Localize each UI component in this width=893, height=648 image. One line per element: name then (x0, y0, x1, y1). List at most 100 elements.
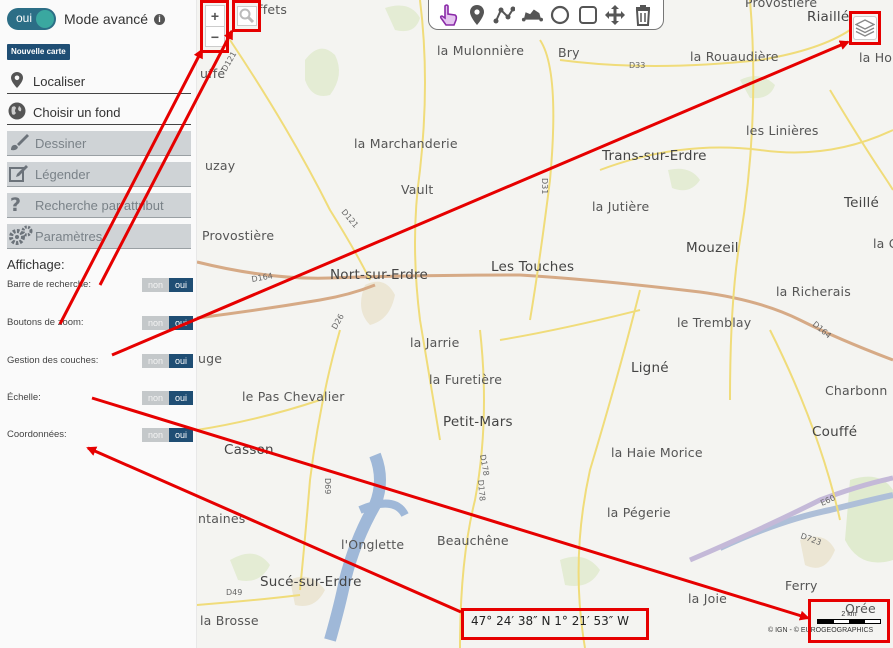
switch-on[interactable]: oui (169, 391, 193, 405)
menu-item-recherche-attribut[interactable]: ? Recherche par attribut (7, 193, 191, 218)
menu-item-label: Localiser (33, 73, 86, 89)
coordinates-readout: 47° 24′ 38″ N 1° 21′ 53″ W (471, 614, 629, 628)
place-label: la Pégerie (607, 505, 671, 520)
switch-off[interactable]: non (142, 354, 169, 368)
menu-item-localiser[interactable]: Localiser (7, 69, 191, 94)
switch-off[interactable]: non (142, 278, 169, 292)
mode-label: Mode avancé (64, 11, 149, 27)
place-label: Couffé (812, 424, 858, 440)
layers-icon (855, 19, 875, 37)
road-label: D49 (226, 588, 242, 597)
menu-item-label: Choisir un fond (33, 104, 121, 120)
search-bar-switch[interactable]: non oui (142, 278, 193, 292)
place-label: la Marchanderie (354, 136, 458, 151)
place-label: Vault (401, 182, 434, 197)
map-marker-icon (7, 71, 27, 91)
switch-on[interactable]: oui (169, 316, 193, 330)
new-map-button[interactable]: Nouvelle carte (7, 44, 70, 60)
pointer-icon[interactable] (438, 3, 460, 26)
zoom-in-button[interactable]: + (206, 6, 224, 26)
place-label: la Jutière (592, 199, 650, 214)
side-panel: oui Mode avancé i Nouvelle carte Localis… (0, 0, 197, 648)
scale-graphic (817, 619, 881, 624)
place-label: la Haie Morice (611, 445, 703, 460)
rectangle-icon[interactable] (577, 4, 599, 26)
road-label: D69 (323, 478, 332, 494)
point-icon[interactable] (466, 4, 488, 26)
place-label: la Jarrie (410, 335, 460, 350)
place-label: Provostière (202, 228, 275, 243)
road-label: D121 (339, 208, 360, 230)
option-label-scale: Échelle: (7, 392, 41, 403)
polygon-icon[interactable] (521, 4, 544, 26)
gears-icon (9, 225, 33, 248)
svg-text:?: ? (10, 195, 21, 213)
scale-switch[interactable]: non oui (142, 391, 193, 405)
place-label: la Brosse (200, 613, 259, 628)
place-label: Beauchêne (437, 533, 509, 548)
coordinates-switch[interactable]: non oui (142, 428, 193, 442)
menu-item-choisir-fond[interactable]: Choisir un fond (7, 100, 191, 125)
place-label: uge (198, 351, 223, 366)
switch-off[interactable]: non (142, 428, 169, 442)
place-label: uffé (200, 66, 226, 81)
toggle-knob (36, 10, 54, 28)
place-label: Ferry (785, 578, 818, 593)
place-label: Les Touches (491, 259, 575, 275)
switch-on[interactable]: oui (169, 354, 193, 368)
zoom-control: + − (205, 5, 225, 47)
road-label: D33 (629, 61, 645, 70)
globe-icon (7, 102, 27, 123)
place-label: Riaillé (807, 9, 850, 25)
search-icon (239, 8, 255, 24)
option-label-layers: Gestion des couches: (7, 355, 99, 366)
advanced-mode-toggle[interactable]: oui (7, 8, 56, 30)
line-icon[interactable] (493, 4, 516, 26)
place-label: la Joie (688, 591, 728, 606)
place-label: l'Onglette (341, 537, 405, 552)
edit-icon (9, 164, 31, 185)
place-label: ntaines (198, 511, 246, 526)
layers-switch[interactable]: non oui (142, 354, 193, 368)
brush-icon (9, 133, 31, 154)
menu-item-parametres[interactable]: Paramètres (7, 224, 191, 249)
zoom-buttons-switch[interactable]: non oui (142, 316, 193, 330)
place-label: les Linières (746, 123, 819, 138)
place-label: la Mulonnière (437, 43, 525, 58)
drawing-toolbar (428, 0, 664, 30)
info-icon[interactable]: i (154, 13, 166, 25)
place-label: Nort-sur-Erdre (330, 267, 428, 283)
delete-icon[interactable] (632, 4, 654, 26)
menu-item-label: Dessiner (35, 135, 87, 151)
move-icon[interactable] (604, 4, 626, 26)
switch-off[interactable]: non (142, 316, 169, 330)
option-label-zoom-buttons: Boutons de zoom: (7, 317, 84, 328)
scale-label: 2 km (841, 611, 857, 618)
place-label: Casson (224, 442, 274, 458)
road-label: D164 (811, 320, 833, 341)
menu-item-label: Légender (35, 166, 90, 182)
layers-button[interactable] (853, 16, 877, 40)
display-section-title: Affichage: (7, 257, 65, 272)
place-label: Bry (558, 45, 580, 60)
option-label-search-bar: Barre de recherche: (7, 279, 91, 290)
road-label: D31 (540, 178, 549, 194)
switch-on[interactable]: oui (169, 278, 193, 292)
circle-icon[interactable] (549, 4, 571, 26)
menu-item-legender[interactable]: Légender (7, 162, 191, 187)
place-label: Trans-sur-Erdre (602, 148, 707, 164)
place-label: Teillé (844, 195, 880, 211)
menu-item-label: Recherche par attribut (35, 197, 164, 213)
place-label: Petit-Mars (443, 414, 513, 430)
switch-on[interactable]: oui (169, 428, 193, 442)
place-label: Sucé-sur-Erdre (260, 574, 362, 590)
map-search-button[interactable] (237, 6, 257, 26)
menu-item-dessiner[interactable]: Dessiner (7, 131, 191, 156)
place-label: la Rouaudière (690, 49, 779, 64)
zoom-out-button[interactable]: − (206, 26, 224, 46)
place-label: Ligné (631, 360, 669, 376)
advanced-mode-row: oui Mode avancé i (7, 8, 166, 30)
place-label: le Tremblay (677, 315, 752, 330)
scale-bar: 2 km (815, 611, 883, 624)
switch-off[interactable]: non (142, 391, 169, 405)
